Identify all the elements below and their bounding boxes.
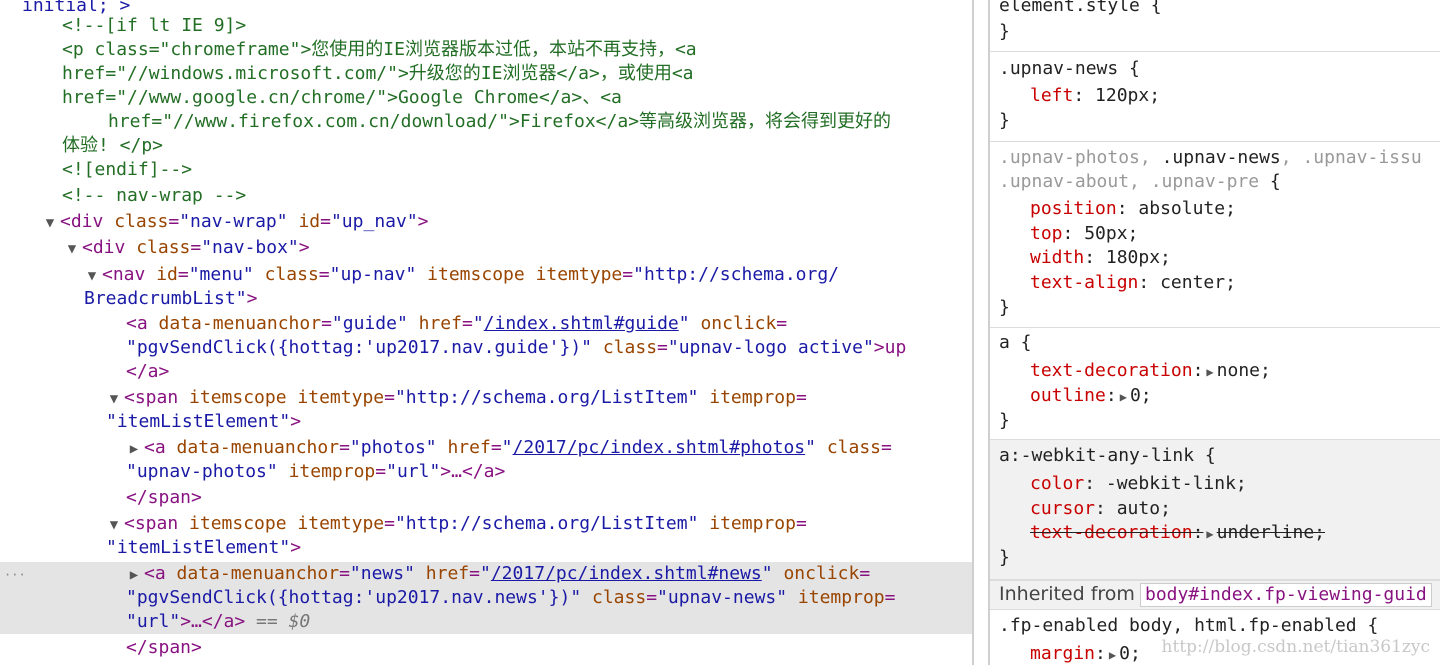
- dom-line[interactable]: "itemListElement">: [106, 410, 301, 434]
- dom-node-a-guide[interactable]: <a data-menuanchor="guide" href="/index.…: [126, 312, 787, 336]
- href-link[interactable]: /index.shtml#guide: [484, 313, 679, 334]
- dom-line[interactable]: "upnav-photos" itemprop="url">…</a>: [126, 460, 505, 484]
- user-agent-style-rule[interactable]: a:-webkit-any-link { color: -webkit-link…: [990, 440, 1440, 580]
- dom-node-nav-menu[interactable]: ▼ <nav id="menu" class="up-nav" itemscope…: [82, 263, 839, 287]
- expand-triangle-icon[interactable]: ▼: [40, 211, 60, 235]
- href-link[interactable]: /2017/pc/index.shtml#news: [491, 563, 762, 584]
- dom-node-span-listitem[interactable]: ▼ <span itemscope itemtype="http://schema…: [104, 386, 807, 410]
- dom-line[interactable]: </a>: [126, 360, 169, 384]
- inherited-from-section: Inherited from body#index.fp-viewing-gui…: [990, 580, 1440, 610]
- expand-shorthand-icon[interactable]: ▶: [1206, 360, 1213, 384]
- dom-comment[interactable]: href="//www.firefox.com.cn/download/">Fi…: [108, 110, 891, 134]
- collapse-triangle-icon[interactable]: ▶: [124, 437, 144, 461]
- expand-shorthand-icon[interactable]: ▶: [1109, 643, 1116, 665]
- dom-comment[interactable]: <!--[if lt IE 9]>: [62, 14, 246, 38]
- dom-node-a-news-selected[interactable]: ▶ <a data-menuanchor="news" href="/2017/p…: [124, 562, 870, 586]
- node-actions-ellipsis[interactable]: ···: [4, 568, 26, 582]
- inherited-from-link[interactable]: body#index.fp-viewing-guid: [1140, 583, 1432, 607]
- watermark: http://blog.csdn.net/tian361zyc: [1161, 637, 1430, 657]
- style-rule[interactable]: a { text-decoration: ▶ none; outline: ▶ 0; }: [990, 328, 1440, 440]
- style-rule[interactable]: element.style { }: [990, 0, 1440, 52]
- style-rule[interactable]: .upnav-photos, .upnav-news, .upnav-issu …: [990, 142, 1440, 328]
- dom-line[interactable]: "pgvSendClick({hottag:'up2017.nav.guide'…: [126, 336, 906, 360]
- dom-comment[interactable]: 体验! </p>: [62, 134, 163, 158]
- dom-comment[interactable]: <p class="chromeframe">您使用的IE浏览器版本过低，本站不…: [62, 38, 697, 62]
- dom-node-span-listitem[interactable]: ▼ <span itemscope itemtype="http://schema…: [104, 512, 807, 536]
- style-rule[interactable]: .upnav-news { left: 120px; }: [990, 52, 1440, 142]
- collapse-triangle-icon[interactable]: ▶: [124, 563, 144, 587]
- expand-shorthand-icon[interactable]: ▶: [1206, 522, 1213, 546]
- href-link[interactable]: /2017/pc/index.shtml#photos: [513, 437, 806, 458]
- dom-comment[interactable]: <!-- nav-wrap -->: [62, 184, 246, 208]
- expand-shorthand-icon[interactable]: ▶: [1120, 385, 1127, 409]
- dom-line[interactable]: "url">…</a> == $0: [126, 610, 310, 634]
- panel-splitter[interactable]: [972, 0, 990, 665]
- expand-triangle-icon[interactable]: ▼: [62, 237, 82, 261]
- dom-comment[interactable]: href="//windows.microsoft.com/">升级您的IE浏览…: [62, 62, 694, 86]
- dom-comment[interactable]: <![endif]-->: [62, 158, 192, 182]
- dom-line[interactable]: "itemListElement">: [106, 536, 301, 560]
- dom-node-a-photos[interactable]: ▶ <a data-menuanchor="photos" href="/2017…: [124, 436, 892, 460]
- console-ref-badge: == $0: [245, 611, 311, 632]
- expand-triangle-icon[interactable]: ▼: [104, 387, 124, 411]
- dom-line[interactable]: BreadcrumbList">: [84, 287, 257, 311]
- dom-comment[interactable]: href="//www.google.cn/chrome/">Google Ch…: [62, 86, 622, 110]
- expand-triangle-icon[interactable]: ▼: [82, 264, 102, 288]
- dom-line[interactable]: "pgvSendClick({hottag:'up2017.nav.news'}…: [126, 586, 895, 610]
- expand-triangle-icon[interactable]: ▼: [104, 513, 124, 537]
- dom-node-nav-wrap[interactable]: ▼ <div class="nav-wrap" id="up_nav">: [40, 210, 429, 234]
- styles-pane: element.style { } .upnav-news { left: 12…: [990, 0, 1440, 665]
- dom-line[interactable]: </span>: [126, 486, 202, 510]
- dom-line[interactable]: </span>: [126, 636, 202, 660]
- dom-node-nav-box[interactable]: ▼ <div class="nav-box">: [62, 236, 310, 260]
- inherited-from-label: Inherited from: [999, 583, 1135, 605]
- elements-panel: ··· initial; > <!--[if lt IE 9]> <p clas…: [0, 0, 972, 665]
